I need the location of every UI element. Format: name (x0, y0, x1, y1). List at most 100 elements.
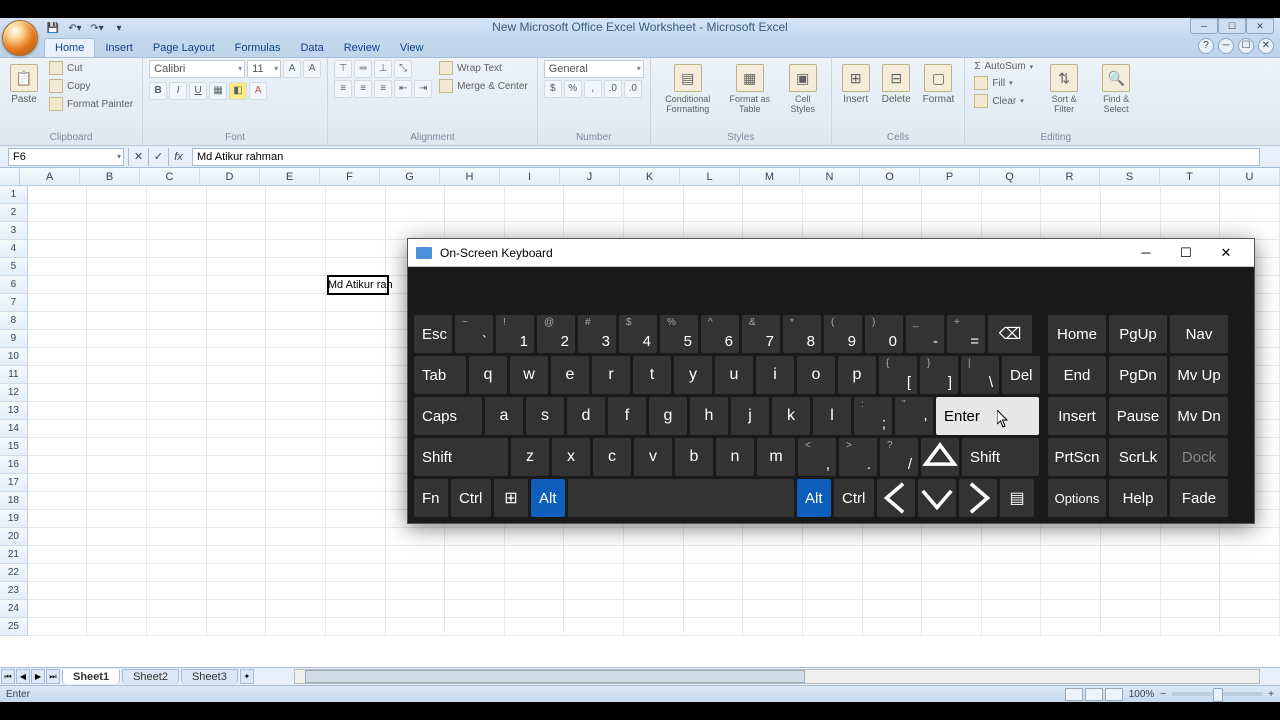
tab-nav-prev[interactable]: ◀ (16, 669, 30, 684)
key-w[interactable]: w (510, 356, 548, 394)
key-del[interactable]: Del (1002, 356, 1040, 394)
cell[interactable] (863, 204, 923, 222)
osk-minimize-button[interactable]: ─ (1126, 241, 1166, 265)
minimize-button[interactable]: ─ (1190, 18, 1218, 34)
cell[interactable] (445, 618, 505, 636)
cell[interactable] (28, 312, 88, 330)
cell[interactable] (28, 618, 88, 636)
cell[interactable] (147, 546, 207, 564)
format-cells-button[interactable]: ▢Format (919, 60, 959, 109)
cell[interactable] (326, 618, 386, 636)
cell[interactable] (1101, 546, 1161, 564)
cell[interactable] (87, 474, 147, 492)
office-button[interactable] (2, 20, 38, 56)
cell[interactable] (1161, 186, 1221, 204)
cell[interactable] (505, 204, 565, 222)
key-backspace[interactable]: ⌫ (988, 315, 1032, 353)
key-i[interactable]: i (756, 356, 794, 394)
key-shift-left[interactable]: Shift (414, 438, 508, 476)
cell[interactable] (266, 474, 326, 492)
cell[interactable] (326, 222, 386, 240)
cell[interactable] (147, 222, 207, 240)
cell[interactable] (28, 420, 88, 438)
tab-home[interactable]: Home (44, 38, 95, 57)
cell[interactable] (147, 384, 207, 402)
cell[interactable] (147, 330, 207, 348)
cell[interactable] (684, 204, 744, 222)
key-dock[interactable]: Dock (1170, 438, 1228, 476)
currency-icon[interactable]: $ (544, 80, 562, 98)
col-header-N[interactable]: N (800, 168, 860, 185)
cell[interactable] (505, 528, 565, 546)
cell[interactable] (863, 564, 923, 582)
cell[interactable] (326, 348, 386, 366)
sheet-tab-2[interactable]: Sheet2 (122, 669, 179, 684)
cell[interactable] (87, 438, 147, 456)
cell[interactable] (147, 474, 207, 492)
cell[interactable] (207, 222, 267, 240)
cell[interactable] (266, 618, 326, 636)
dec-decimal-icon[interactable]: .0 (624, 80, 642, 98)
key-bracket-left[interactable]: {[ (879, 356, 917, 394)
key-x[interactable]: x (552, 438, 590, 476)
cell[interactable] (28, 546, 88, 564)
close-button[interactable]: ✕ (1246, 18, 1274, 34)
cell[interactable] (28, 330, 88, 348)
cell[interactable] (266, 600, 326, 618)
cell[interactable] (326, 204, 386, 222)
cell[interactable] (326, 402, 386, 420)
key-prtscn[interactable]: PrtScn (1048, 438, 1106, 476)
fill-color-button[interactable]: ◧ (229, 82, 247, 100)
indent-dec-icon[interactable]: ⇤ (394, 80, 412, 98)
key-fade[interactable]: Fade (1170, 479, 1228, 517)
cell[interactable] (87, 384, 147, 402)
cell[interactable] (1220, 582, 1280, 600)
cell[interactable] (326, 420, 386, 438)
cell[interactable] (1041, 186, 1101, 204)
cell[interactable] (445, 564, 505, 582)
cell[interactable] (684, 582, 744, 600)
key-l[interactable]: l (813, 397, 851, 435)
row-header[interactable]: 11 (0, 366, 28, 384)
cell[interactable] (28, 600, 88, 618)
cell[interactable] (1161, 564, 1221, 582)
key-8[interactable]: *8 (783, 315, 821, 353)
autosum-button[interactable]: ΣAutoSum▾ (971, 60, 1036, 73)
cell[interactable] (684, 564, 744, 582)
cell[interactable] (266, 186, 326, 204)
row-header[interactable]: 7 (0, 294, 28, 312)
cell[interactable] (266, 330, 326, 348)
insert-cells-button[interactable]: ⊞Insert (838, 60, 874, 109)
tab-nav-next[interactable]: ▶ (31, 669, 45, 684)
cell[interactable] (28, 258, 88, 276)
cell[interactable] (564, 564, 624, 582)
cell[interactable] (863, 528, 923, 546)
cell[interactable] (207, 546, 267, 564)
cell[interactable] (266, 564, 326, 582)
cell[interactable] (505, 564, 565, 582)
zoom-out-icon[interactable]: − (1160, 689, 1166, 700)
zoom-level[interactable]: 100% (1129, 689, 1155, 700)
key-4[interactable]: $4 (619, 315, 657, 353)
ribbon-restore-icon[interactable]: ☐ (1238, 38, 1254, 54)
row-header[interactable]: 14 (0, 420, 28, 438)
cell[interactable] (1220, 186, 1280, 204)
sheet-tab-3[interactable]: Sheet3 (181, 669, 238, 684)
cell[interactable] (266, 456, 326, 474)
cell[interactable] (207, 330, 267, 348)
cell[interactable]: Md Atikur rah (326, 276, 386, 294)
cell[interactable] (1101, 186, 1161, 204)
cell[interactable] (564, 600, 624, 618)
cell[interactable] (207, 384, 267, 402)
key-k[interactable]: k (772, 397, 810, 435)
key-7[interactable]: &7 (742, 315, 780, 353)
key-a[interactable]: a (485, 397, 523, 435)
cell[interactable] (147, 240, 207, 258)
cell[interactable] (922, 528, 982, 546)
find-select-button[interactable]: 🔍Find & Select (1092, 60, 1140, 118)
cell[interactable] (266, 582, 326, 600)
cell[interactable] (207, 366, 267, 384)
cell[interactable] (28, 528, 88, 546)
cell[interactable] (624, 582, 684, 600)
cell[interactable] (28, 474, 88, 492)
